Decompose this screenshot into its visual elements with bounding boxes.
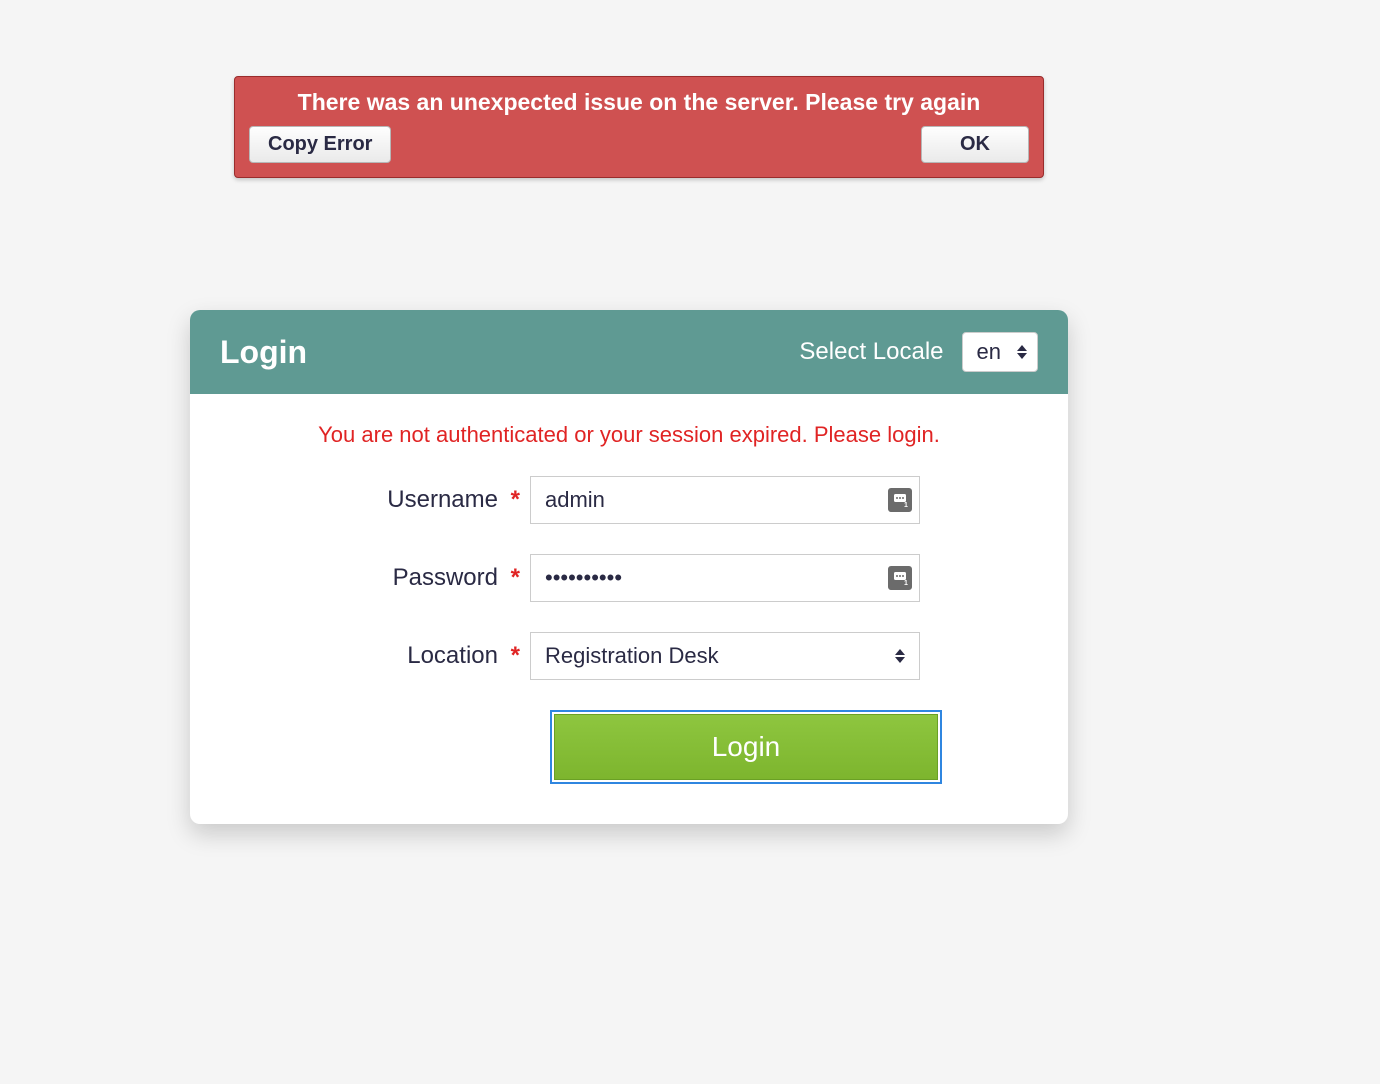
error-button-row: Copy Error OK [249,126,1029,163]
select-arrows-icon [1017,345,1027,359]
login-button[interactable]: Login [554,714,938,780]
login-card: Login Select Locale en You are not authe… [190,310,1068,824]
required-asterisk: * [504,564,520,591]
location-row: Location * Registration Desk [220,632,1038,680]
password-label: Password * [220,564,530,592]
session-warning: You are not authenticated or your sessio… [220,422,1038,448]
error-banner: There was an unexpected issue on the ser… [234,76,1044,178]
error-message: There was an unexpected issue on the ser… [249,89,1029,116]
location-select[interactable]: Registration Desk [530,632,920,680]
username-label: Username * [220,486,530,514]
password-input[interactable] [530,554,920,602]
required-asterisk: * [504,642,520,669]
locale-group: Select Locale en [799,332,1038,372]
locale-value: en [977,339,1001,364]
svg-text:1: 1 [904,580,908,586]
login-body: You are not authenticated or your sessio… [190,394,1068,824]
select-arrows-icon [895,649,905,663]
copy-error-button[interactable]: Copy Error [249,126,391,163]
svg-text:1: 1 [904,502,908,508]
locale-label: Select Locale [799,338,943,366]
username-input[interactable] [530,476,920,524]
ok-button[interactable]: OK [921,126,1029,163]
submit-row: Login [220,710,1038,784]
username-row: Username * 1 [220,476,1038,524]
location-label: Location * [220,642,530,670]
login-button-focus-ring: Login [550,710,942,784]
required-asterisk: * [504,486,520,513]
location-value: Registration Desk [545,643,719,668]
password-manager-icon[interactable]: 1 [888,566,912,590]
password-manager-icon[interactable]: 1 [888,488,912,512]
password-row: Password * 1 [220,554,1038,602]
login-header: Login Select Locale en [190,310,1068,394]
locale-select[interactable]: en [962,332,1038,372]
login-title: Login [220,334,307,371]
